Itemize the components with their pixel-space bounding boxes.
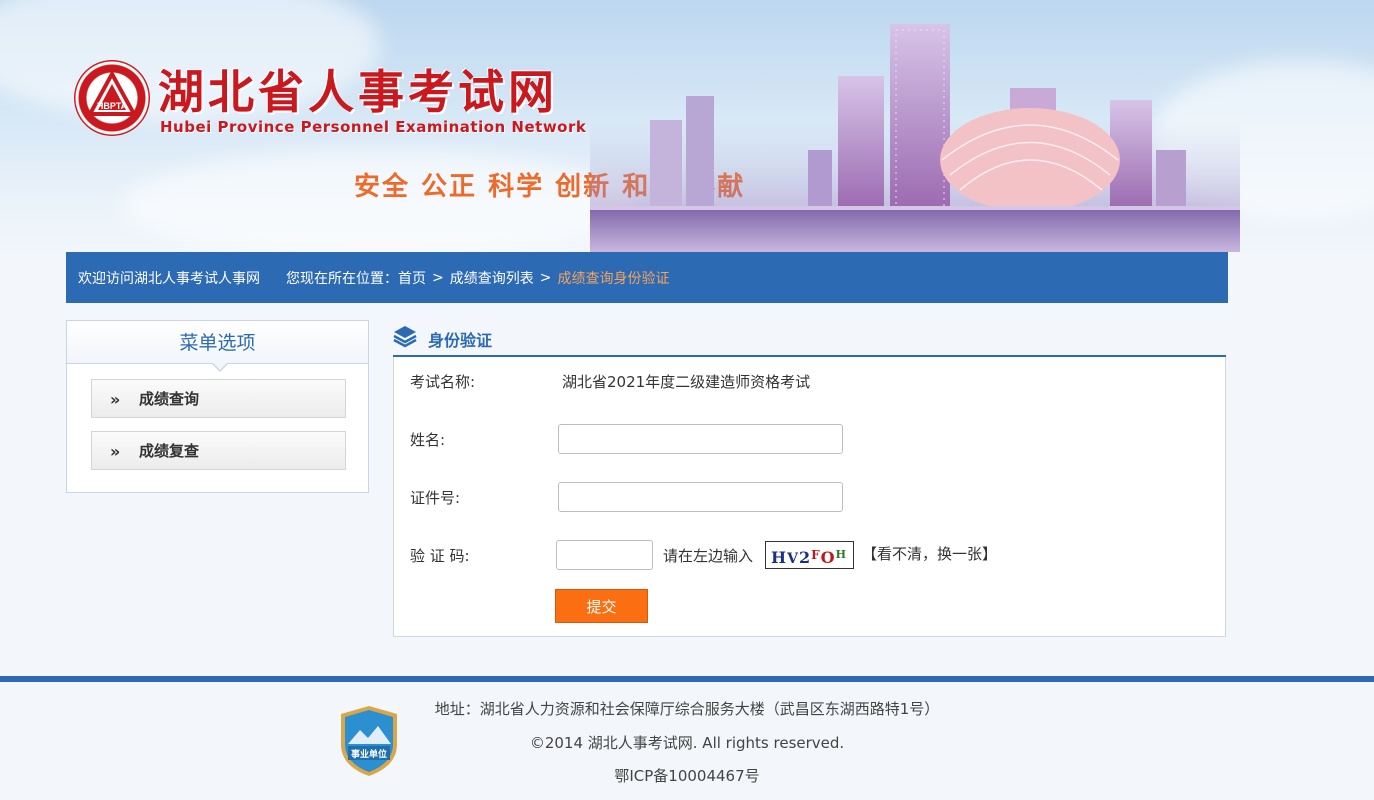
captcha-char: H	[835, 548, 848, 561]
footer-icp-link[interactable]: 鄂ICP备10004467号	[0, 765, 1374, 786]
breadcrumb-score-list-link[interactable]: 成绩查询列表	[450, 268, 534, 288]
location-label: 您现在所在位置：	[286, 270, 398, 287]
captcha-hint: 请在左边输入	[663, 547, 754, 565]
hbpta-emblem-icon: HBPTA	[74, 60, 150, 136]
footer: 事业单位 地址：湖北省人力资源和社会保障厅综合服务大楼（武昌区东湖西路特1号） …	[0, 682, 1374, 800]
name-label: 姓名:	[410, 431, 446, 449]
breadcrumb-bar: 欢迎访问湖北人事考试人事网 您现在所在位置： 首页 > 成绩查询列表 > 成绩查…	[66, 252, 1228, 303]
sidebar-menu: 菜单选项 » 成绩查询 » 成绩复查	[66, 320, 369, 493]
double-chevron-right-icon: »	[110, 442, 121, 461]
captcha-char: F	[811, 548, 821, 562]
menu-pointer-icon	[211, 362, 229, 372]
city-skyline-image	[590, 24, 1240, 252]
welcome-text: 欢迎访问湖北人事考试人事网	[78, 270, 260, 287]
captcha-char: V	[787, 551, 799, 567]
breadcrumb-separator: >	[432, 269, 444, 286]
site-logo[interactable]: HBPTA 湖北省人事考试网 Hubei Province Personnel …	[74, 56, 594, 146]
menu-item-score-query[interactable]: » 成绩查询	[91, 379, 346, 418]
id-number-label: 证件号:	[410, 489, 461, 507]
panel-title: 身份验证	[428, 331, 493, 350]
footer-copyright: ©2014 湖北人事考试网. All rights reserved.	[529, 734, 845, 752]
site-title: 湖北省人事考试网	[158, 65, 558, 119]
menu-item-label: 成绩查询	[139, 390, 200, 408]
menu-item-label: 成绩复查	[139, 442, 200, 460]
captcha-char: O	[820, 548, 836, 567]
exam-name-value: 湖北省2021年度二级建造师资格考试	[562, 373, 811, 391]
header-banner: HBPTA 湖北省人事考试网 Hubei Province Personnel …	[0, 0, 1374, 252]
menu-item-score-review[interactable]: » 成绩复查	[91, 431, 346, 470]
exam-name-label: 考试名称:	[410, 373, 476, 391]
panel-header: 身份验证	[393, 320, 1226, 358]
emblem-text: HBPTA	[97, 101, 128, 111]
identity-verification-form: 考试名称: 湖北省2021年度二级建造师资格考试 姓名: 证件号: 验 证 码:…	[393, 357, 1226, 637]
captcha-input[interactable]	[556, 540, 653, 570]
breadcrumb-home-link[interactable]: 首页	[398, 268, 426, 288]
menu-title-label: 菜单选项	[179, 332, 256, 354]
captcha-char: 2	[799, 548, 812, 567]
footer-address: 地址：湖北省人力资源和社会保障厅综合服务大楼（武昌区东湖西路特1号）	[434, 700, 940, 718]
submit-button[interactable]: 提交	[555, 589, 648, 623]
captcha-char: H	[771, 548, 788, 567]
captcha-image[interactable]: HV2FOH	[765, 541, 854, 569]
site-subtitle: Hubei Province Personnel Examination Net…	[160, 118, 587, 136]
menu-title: 菜单选项	[67, 321, 368, 372]
double-chevron-right-icon: »	[110, 390, 121, 409]
breadcrumb-separator: >	[539, 269, 552, 286]
refresh-captcha-link[interactable]: 【看不清，换一张】	[862, 543, 997, 564]
name-input[interactable]	[558, 424, 843, 454]
layers-icon	[393, 326, 417, 348]
id-number-input[interactable]	[558, 482, 843, 512]
breadcrumb-current: 成绩查询身份验证	[557, 270, 670, 287]
captcha-label: 验 证 码:	[410, 547, 470, 565]
